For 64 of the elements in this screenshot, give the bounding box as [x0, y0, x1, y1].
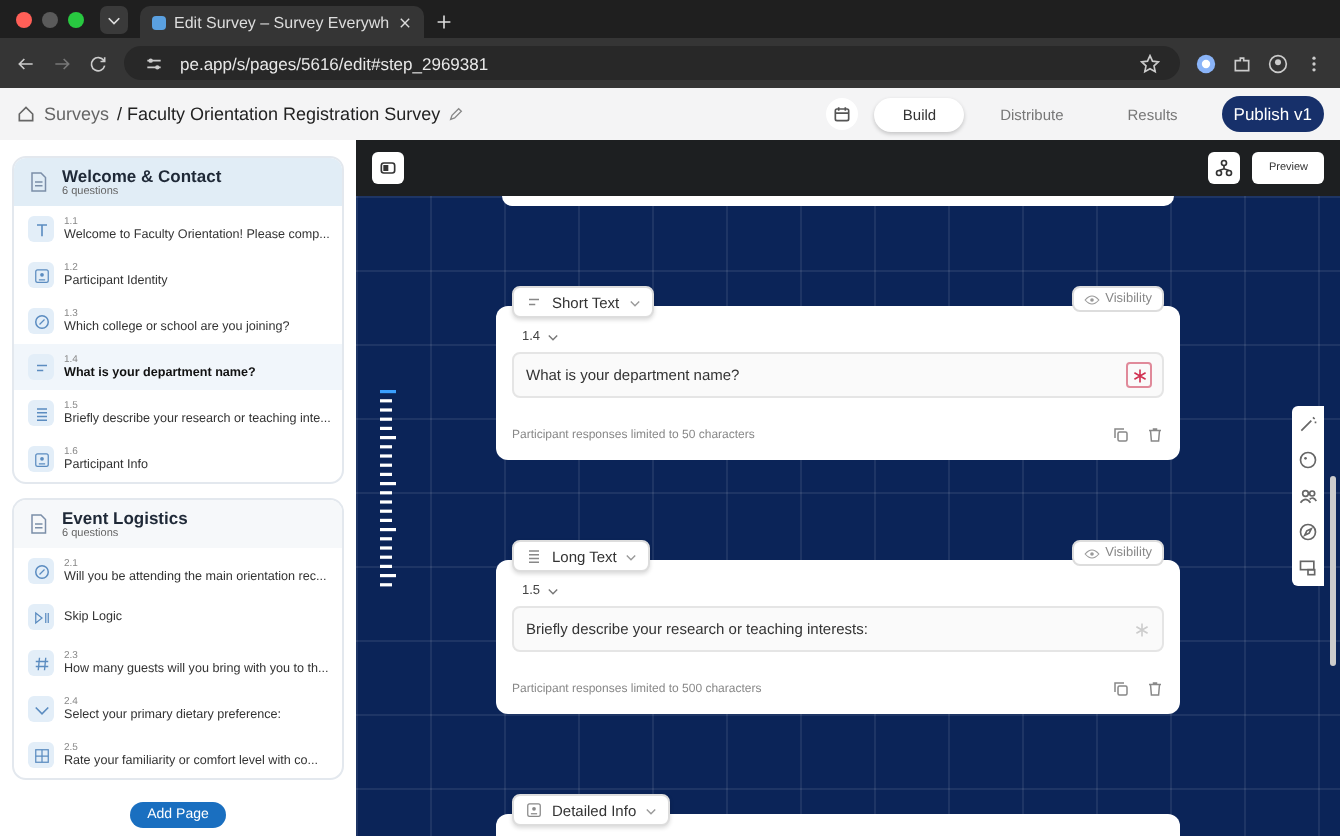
asterisk-icon	[1131, 367, 1147, 383]
id-card-icon	[31, 265, 51, 285]
lines-icon	[524, 546, 544, 566]
breadcrumb-link[interactable]: Surveys	[44, 104, 110, 124]
page-title: Welcome & Contact	[62, 166, 222, 186]
required-toggle[interactable]	[1130, 618, 1152, 640]
users-icon[interactable]	[1298, 486, 1318, 506]
wand-icon[interactable]	[1298, 414, 1318, 434]
close-icon[interactable]	[397, 15, 412, 29]
chevron-icon	[624, 549, 639, 563]
chevron-icon	[546, 330, 561, 344]
profile-icon[interactable]	[1268, 53, 1288, 73]
address-bar[interactable]: pe.app/s/pages/5616/edit#step_2969381	[124, 46, 1180, 80]
minimap-drawing[interactable]	[380, 390, 396, 590]
text-icon	[31, 219, 51, 239]
chevron-icon	[644, 803, 659, 817]
id-card-icon	[524, 800, 544, 820]
flow-button[interactable]	[1208, 152, 1241, 184]
asterisk-icon	[1133, 621, 1149, 637]
required-toggle[interactable]	[1126, 362, 1152, 388]
new-tab-icon[interactable]	[435, 14, 452, 30]
eye-icon	[1083, 293, 1100, 305]
hash-icon	[31, 653, 51, 673]
forward-icon[interactable]	[52, 53, 72, 73]
pencil-icon[interactable]	[448, 106, 465, 122]
document-icon	[26, 170, 50, 194]
trash-icon[interactable]	[1146, 680, 1164, 698]
copy-icon[interactable]	[1112, 426, 1130, 444]
chevron-icon	[546, 584, 561, 598]
hierarchy-icon	[1214, 158, 1235, 178]
favicon-icon	[152, 15, 166, 29]
chevron-icon[interactable]	[100, 5, 128, 33]
close-window-icon[interactable]	[16, 11, 32, 27]
page-title: Event Logistics	[62, 508, 188, 528]
minimize-window-icon[interactable]	[42, 11, 58, 27]
reload-icon[interactable]	[88, 53, 108, 73]
extension-icon[interactable]	[1196, 53, 1216, 73]
grid-icon	[31, 745, 51, 765]
lines-icon	[31, 403, 51, 423]
scrollbar[interactable]	[1330, 476, 1336, 666]
id-card-icon	[31, 449, 51, 469]
home-icon[interactable]	[16, 104, 36, 124]
browser-tab[interactable]: Edit Survey – Survey Everywh	[140, 6, 424, 38]
puzzle-icon[interactable]	[1232, 53, 1252, 73]
survey-title: / Faculty Orientation Registration Survey	[117, 104, 441, 124]
skip-icon	[31, 607, 51, 627]
back-icon[interactable]	[16, 53, 36, 73]
layout-icon[interactable]	[1298, 558, 1318, 578]
trash-icon[interactable]	[1146, 426, 1164, 444]
publish-button[interactable]: Publish v1	[1221, 96, 1324, 132]
radio-icon	[31, 311, 51, 331]
calendar-icon	[832, 104, 853, 124]
toggle-icon	[378, 158, 398, 178]
panel-toggle-button[interactable]	[372, 152, 404, 184]
site-settings-icon[interactable]	[144, 53, 164, 73]
chevron-icon	[627, 295, 642, 309]
zoom-window-icon[interactable]	[68, 11, 84, 27]
radio-icon	[31, 561, 51, 581]
star-icon[interactable]	[1140, 53, 1160, 73]
calendar-button[interactable]	[826, 98, 859, 130]
document-icon	[26, 512, 50, 536]
compass-icon[interactable]	[1298, 522, 1318, 542]
eye-icon	[1083, 547, 1100, 559]
copy-icon[interactable]	[1112, 680, 1130, 698]
